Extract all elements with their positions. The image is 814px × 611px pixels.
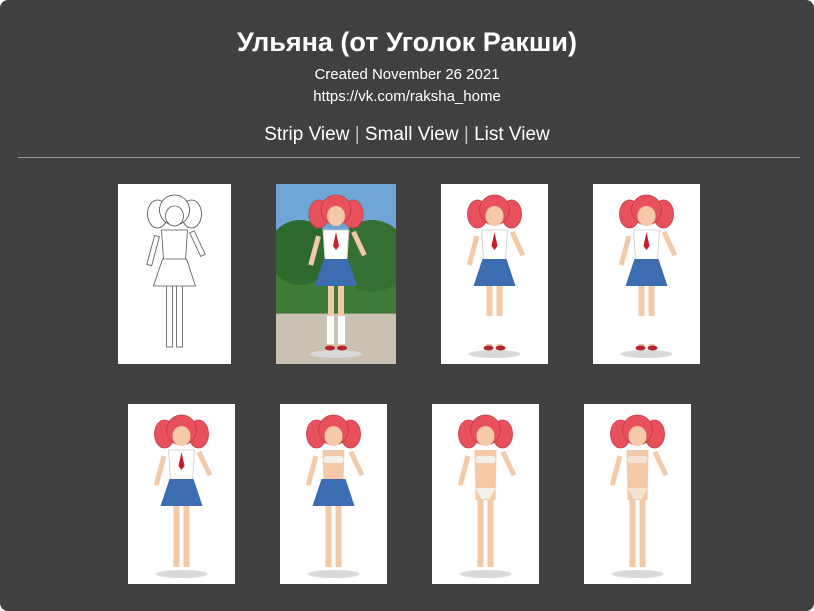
- gallery-thumbnail[interactable]: [118, 184, 231, 364]
- header-divider: [18, 157, 800, 158]
- created-date: Created November 26 2021: [314, 66, 500, 83]
- gallery-thumbnail[interactable]: [593, 184, 700, 364]
- small-view-link[interactable]: Small View: [365, 124, 459, 145]
- thumbnail-artwork: [432, 404, 539, 584]
- strip-view-link[interactable]: Strip View: [264, 124, 349, 145]
- gallery-panel: Ульяна (от Уголок Ракши) Created Novembe…: [0, 0, 814, 611]
- gallery-thumbnail[interactable]: [276, 184, 396, 364]
- thumbnail-artwork: [276, 184, 396, 364]
- source-link: https://vk.com/raksha_home: [313, 88, 501, 105]
- thumbnail-artwork: [118, 184, 231, 364]
- thumbnail-artwork: [280, 404, 387, 584]
- gallery-thumbnail[interactable]: [280, 404, 387, 584]
- thumbnail-artwork: [441, 184, 548, 364]
- thumbnail-artwork: [128, 404, 235, 584]
- thumbnail-artwork: [593, 184, 700, 364]
- gallery-thumbnail[interactable]: [584, 404, 691, 584]
- view-separator: |: [354, 124, 360, 145]
- gallery-thumbnail[interactable]: [432, 404, 539, 584]
- list-view-link[interactable]: List View: [474, 124, 550, 145]
- thumbnail-artwork: [584, 404, 691, 584]
- page-title: Ульяна (от Уголок Ракши): [236, 27, 578, 57]
- view-separator: |: [463, 124, 469, 145]
- view-switcher: Strip View | Small View | List View: [0, 124, 814, 146]
- gallery-thumbnail[interactable]: [128, 404, 235, 584]
- gallery-thumbnail[interactable]: [441, 184, 548, 364]
